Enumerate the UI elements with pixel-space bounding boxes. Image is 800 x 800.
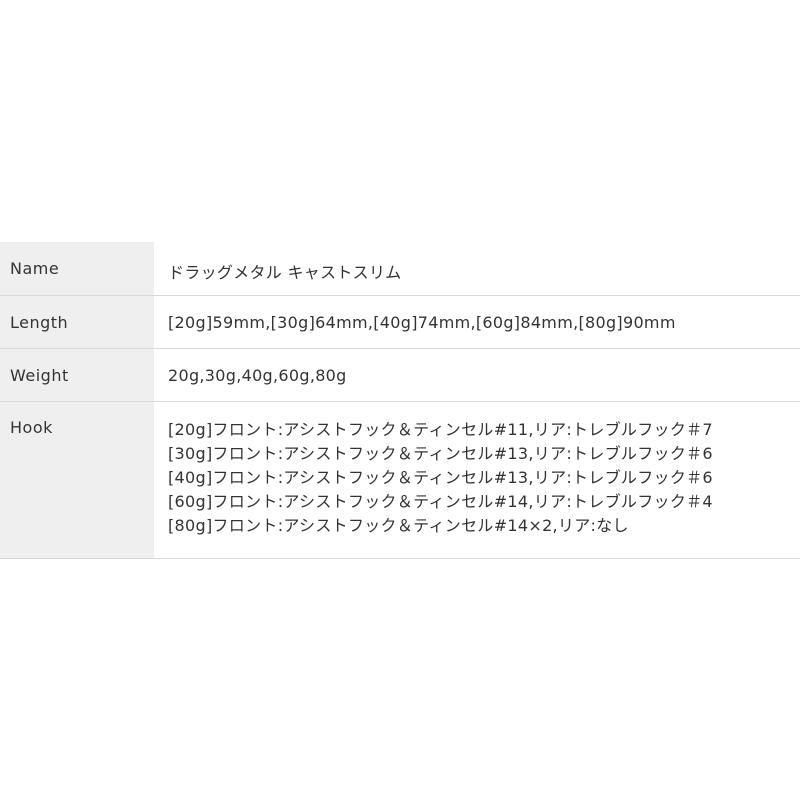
spec-value-length: [20g]59mm,[30g]64mm,[40g]74mm,[60g]84mm,…	[168, 312, 676, 332]
spec-label-name: Name	[0, 242, 154, 295]
hook-line-60g: [60g]フロント:アシストフック＆ティンセル#14,リア:トレブルフック＃4	[168, 491, 713, 511]
spec-table: Name ドラッグメタル キャストスリム Length [20g]59mm,[3…	[0, 242, 800, 559]
hook-line-40g: [40g]フロント:アシストフック＆ティンセル#13,リア:トレブルフック＃6	[168, 467, 713, 487]
hook-line-80g: [80g]フロント:アシストフック＆ティンセル#14×2,リア:なし	[168, 515, 629, 535]
hook-line-30g: [30g]フロント:アシストフック＆ティンセル#13,リア:トレブルフック＃6	[168, 443, 713, 463]
spec-value-name: ドラッグメタル キャストスリム	[168, 263, 402, 282]
spec-label-weight: Weight	[0, 348, 154, 401]
hook-line-20g: [20g]フロント:アシストフック＆ティンセル#11,リア:トレブルフック＃7	[168, 419, 713, 439]
spec-value-weight: 20g,30g,40g,60g,80g	[168, 365, 347, 385]
spec-value-hook: [20g]フロント:アシストフック＆ティンセル#11,リア:トレブルフック＃7 …	[154, 401, 800, 558]
spec-row-hook: Hook [20g]フロント:アシストフック＆ティンセル#11,リア:トレブルフ…	[0, 401, 800, 558]
spec-label-hook: Hook	[0, 401, 154, 558]
spec-row-name: Name ドラッグメタル キャストスリム	[0, 242, 800, 295]
spec-row-weight: Weight 20g,30g,40g,60g,80g	[0, 348, 800, 401]
spec-row-length: Length [20g]59mm,[30g]64mm,[40g]74mm,[60…	[0, 295, 800, 348]
spec-label-length: Length	[0, 295, 154, 348]
